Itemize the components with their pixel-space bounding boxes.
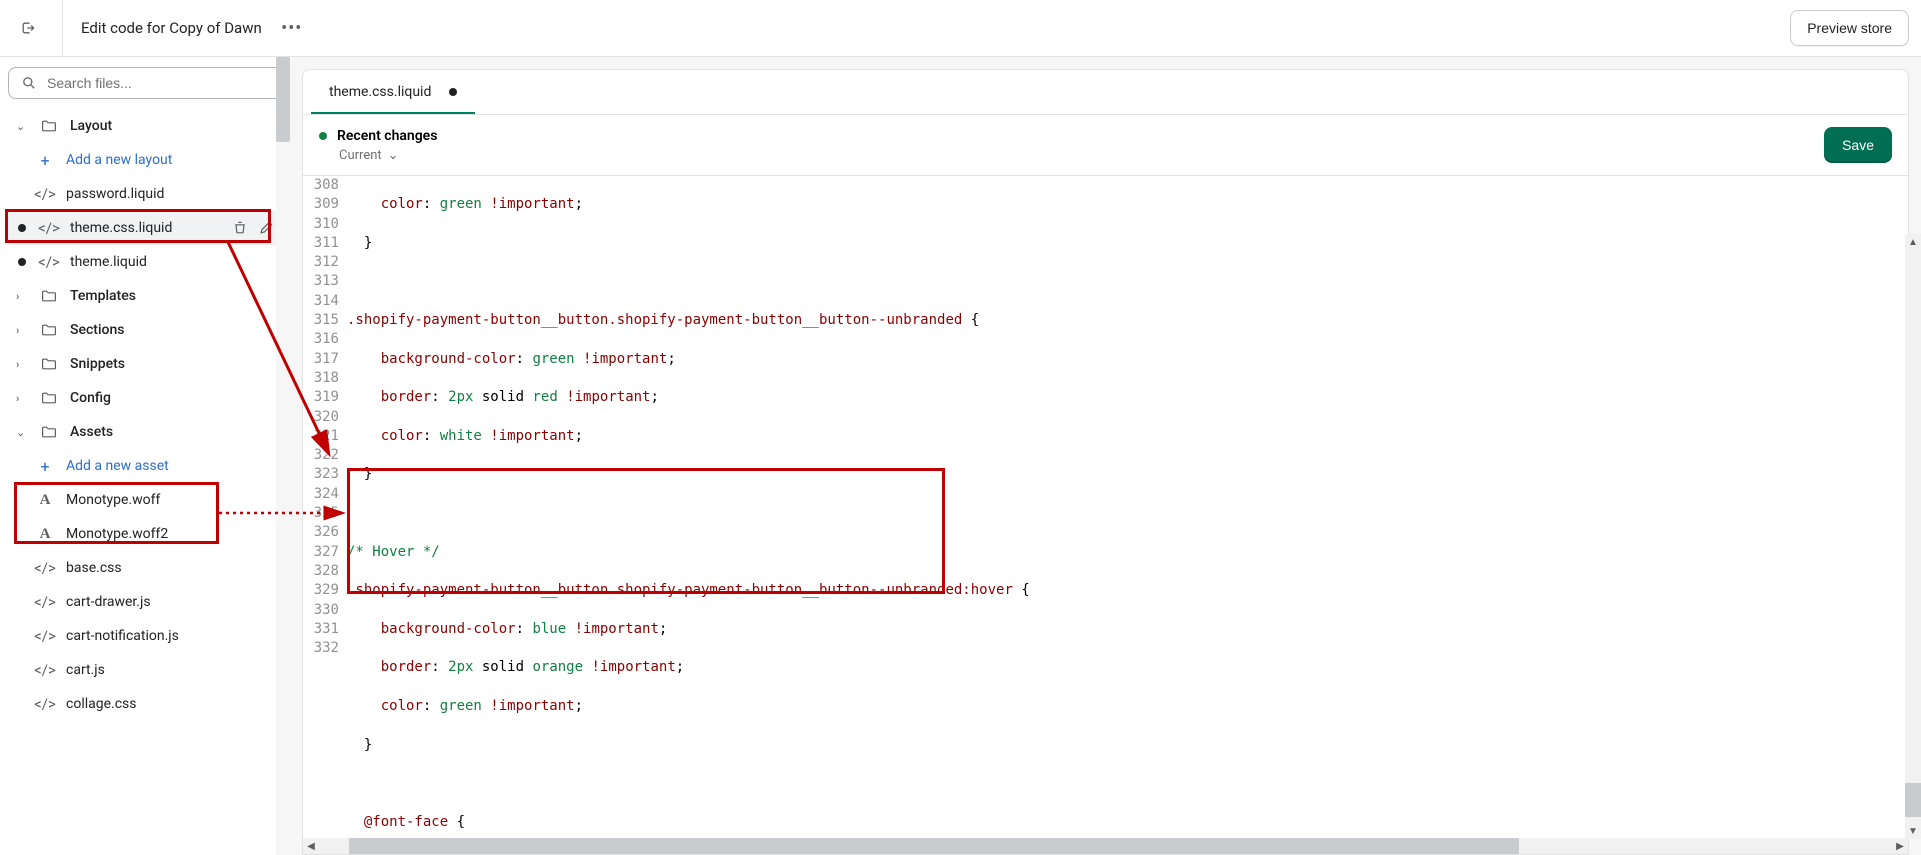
code-file-icon: </> [36,661,54,679]
folder-icon [40,356,58,372]
code-file-icon: </> [40,219,58,237]
sidebar-scrollbar-thumb[interactable] [276,57,290,142]
editor-area: theme.css.liquid Recent changes Current … [290,57,1921,855]
chevron-down-icon: ⌄ [16,120,28,133]
file-password-liquid[interactable]: </> password.liquid [8,177,282,211]
code-editor[interactable]: 3083093103113123133143153163173183193203… [303,176,1908,838]
more-button[interactable]: ••• [278,14,306,42]
file-monotype-woff[interactable]: A Monotype.woff [8,483,282,517]
changes-bar: Recent changes Current ⌄ Save [303,115,1908,176]
unsaved-dot-icon [18,258,26,266]
section-config[interactable]: › Config [8,381,282,415]
editor-tabs: theme.css.liquid [303,70,1908,115]
search-input[interactable] [47,75,269,91]
line-gutter: 3083093103113123133143153163173183193203… [303,176,347,838]
code-content[interactable]: color: green !important; } .shopify-paym… [347,176,1908,838]
dots-icon: ••• [281,18,302,39]
plus-icon: + [36,151,54,170]
file-theme-liquid[interactable]: </> theme.liquid [8,245,282,279]
code-file-icon: </> [36,593,54,611]
scroll-up-arrow[interactable]: ▲ [1905,234,1921,250]
chevron-right-icon: › [16,358,28,371]
exit-icon [20,20,36,36]
unsaved-dot-icon [449,88,457,96]
file-base-css[interactable]: </> base.css [8,551,282,585]
horizontal-scrollbar[interactable]: ◀ ▶ [303,838,1908,854]
trash-icon[interactable] [232,220,248,236]
sidebar: ⌄ Layout + Add a new layout </> password… [0,57,290,855]
section-label: Layout [70,118,112,134]
chevron-right-icon: › [16,290,28,303]
scroll-down-arrow[interactable]: ▼ [1905,823,1921,839]
search-icon [21,75,37,91]
plus-icon: + [36,457,54,476]
chevron-down-icon: ⌄ [388,148,399,163]
exit-button[interactable] [12,12,44,44]
file-cart-notification-js[interactable]: </> cart-notification.js [8,619,282,653]
search-box[interactable] [8,67,282,99]
file-cart-drawer-js[interactable]: </> cart-drawer.js [8,585,282,619]
section-layout[interactable]: ⌄ Layout [8,109,282,143]
add-asset-button[interactable]: + Add a new asset [8,449,282,483]
folder-icon [40,424,58,440]
chevron-right-icon: › [16,324,28,337]
code-file-icon: </> [36,695,54,713]
green-dot-icon [319,132,327,140]
folder-icon [40,118,58,134]
chevron-down-icon: ⌄ [16,426,28,439]
folder-icon [40,322,58,338]
section-snippets[interactable]: › Snippets [8,347,282,381]
divider [62,0,63,57]
code-file-icon: </> [40,253,58,271]
code-file-icon: </> [36,185,54,203]
section-sections[interactable]: › Sections [8,313,282,347]
horizontal-scrollbar-thumb[interactable] [349,838,1519,854]
save-button[interactable]: Save [1824,127,1892,163]
unsaved-dot-icon [18,224,26,232]
top-bar: Edit code for Copy of Dawn ••• Preview s… [0,0,1921,57]
editor-panel: theme.css.liquid Recent changes Current … [302,69,1909,855]
font-file-icon: A [36,492,54,509]
scroll-right-arrow[interactable]: ▶ [1892,838,1908,854]
folder-icon [40,390,58,406]
tab-theme-css-liquid[interactable]: theme.css.liquid [311,70,475,114]
vertical-scrollbar[interactable]: ▲ ▼ [1905,234,1921,839]
scroll-left-arrow[interactable]: ◀ [303,838,319,854]
file-cart-js[interactable]: </> cart.js [8,653,282,687]
chevron-right-icon: › [16,392,28,405]
recent-changes-label: Recent changes [337,128,437,144]
font-file-icon: A [36,526,54,543]
vertical-scrollbar-thumb[interactable] [1905,783,1921,817]
code-file-icon: </> [36,559,54,577]
page-title: Edit code for Copy of Dawn [81,19,262,37]
section-templates[interactable]: › Templates [8,279,282,313]
file-collage-css[interactable]: </> collage.css [8,687,282,721]
folder-icon [40,288,58,304]
sidebar-scrollbar[interactable] [276,57,290,855]
pencil-icon[interactable] [258,220,274,236]
file-theme-css-liquid[interactable]: </> theme.css.liquid [8,211,282,245]
main: ⌄ Layout + Add a new layout </> password… [0,57,1921,855]
code-file-icon: </> [36,627,54,645]
section-assets[interactable]: ⌄ Assets [8,415,282,449]
recent-changes-dropdown[interactable]: Current ⌄ [319,148,437,163]
preview-store-button[interactable]: Preview store [1790,10,1909,46]
file-tree: ⌄ Layout + Add a new layout </> password… [0,109,290,721]
file-monotype-woff2[interactable]: A Monotype.woff2 [8,517,282,551]
add-layout-button[interactable]: + Add a new layout [8,143,282,177]
